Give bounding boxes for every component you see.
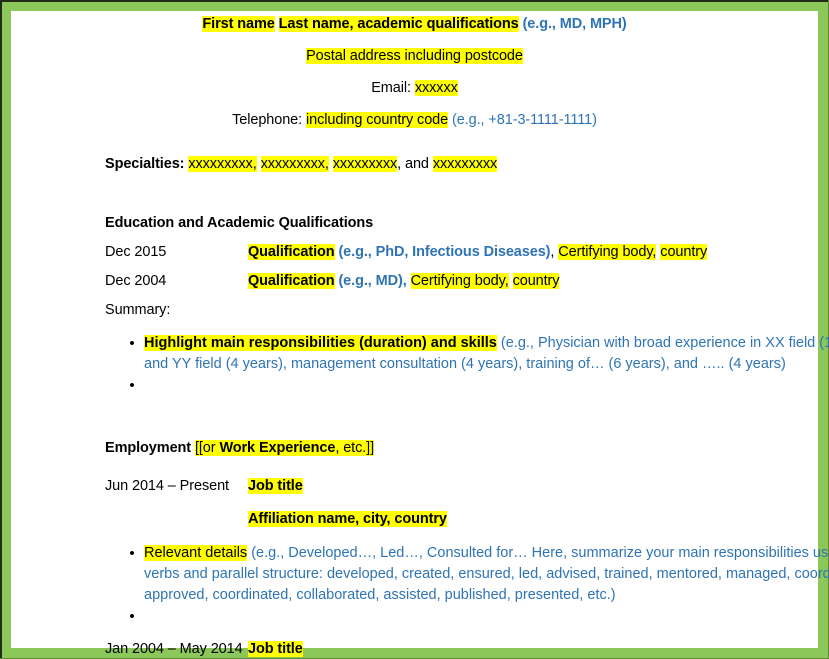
specialties-item-2: xxxxxxxxx: [332, 156, 398, 172]
header-last-name-quals: Last name, academic qualifications: [278, 16, 519, 32]
employment-entry-1-job-title: Job title: [248, 641, 303, 657]
header-telephone-value: including country code: [306, 112, 449, 128]
employment-entry-0-bullets: • Relevant details (e.g., Developed…, Le…: [105, 543, 829, 627]
employment-section: Employment [[or Work Experience, etc.]] …: [11, 438, 829, 659]
education-summary-bullets: • Highlight main responsibilities (durat…: [105, 333, 829, 396]
education-summary-label: Summary:: [105, 302, 171, 318]
employment-bullet-0-example: (e.g., Developed…, Led…, Consulted for… …: [144, 545, 829, 603]
list-item: •: [105, 375, 829, 396]
header-first-name: First name: [202, 16, 275, 32]
list-item: • Highlight main responsibilities (durat…: [105, 333, 829, 375]
employment-heading-alt-close: , etc.]]: [335, 440, 375, 456]
employment-heading: Employment: [105, 440, 192, 456]
header-telephone-line: Telephone: including country code (e.g.,…: [11, 110, 818, 131]
employment-entry-1: Jan 2004 – May 2014 Job title: [105, 639, 829, 659]
education-entry-1: Dec 2004 Qualification (e.g., MD), Certi…: [105, 271, 829, 292]
employment-heading-alt-bold: Work Experience: [219, 440, 336, 456]
employment-entry-0-date: Jun 2014 – Present: [105, 478, 229, 494]
education-entry-1-body: Qualification (e.g., MD), Certifying bod…: [248, 271, 829, 292]
bullet-icon: •: [129, 608, 135, 625]
education-entry-1-date: Dec 2004: [105, 273, 167, 289]
education-entry-1-certifying-body: Certifying body,: [410, 273, 509, 289]
employment-entry-0-title-wrap: Job title: [248, 476, 829, 497]
cv-header: First name Last name, academic qualifica…: [11, 14, 818, 131]
list-item: • Relevant details (e.g., Developed…, Le…: [105, 543, 829, 606]
employment-entry-0-affiliation-row: Affiliation name, city, country: [105, 509, 829, 530]
education-entry-0: Dec 2015 Qualification (e.g., PhD, Infec…: [105, 242, 829, 263]
specialties-item-0: xxxxxxxxx,: [188, 156, 257, 172]
education-entry-0-certifying-body: Certifying body,: [558, 244, 657, 260]
specialties-conjunction: , and: [397, 156, 433, 172]
specialties-line: Specialties: xxxxxxxxx, xxxxxxxxx, xxxxx…: [105, 154, 829, 175]
bullet-icon: •: [129, 545, 135, 562]
specialties-last-item: xxxxxxxxx: [432, 156, 498, 172]
page-border-hairline-top: [0, 0, 829, 2]
education-entry-0-body: Qualification (e.g., PhD, Infectious Dis…: [248, 242, 829, 263]
summary-bullet-0-highlight: Highlight main responsibilities (duratio…: [144, 335, 497, 351]
education-entry-0-qualification: Qualification: [248, 244, 335, 260]
education-entry-1-qualification: Qualification: [248, 273, 335, 289]
header-address-text: Postal address including postcode: [306, 48, 523, 64]
education-section: Education and Academic Qualifications De…: [11, 213, 829, 396]
education-entry-0-date: Dec 2015: [105, 244, 167, 260]
specialties-section: Specialties: xxxxxxxxx, xxxxxxxxx, xxxxx…: [11, 154, 829, 175]
education-heading: Education and Academic Qualifications: [105, 215, 374, 231]
document-page: First name Last name, academic qualifica…: [0, 0, 829, 659]
list-item: •: [105, 606, 829, 627]
employment-entry-0-job-title: Job title: [248, 478, 303, 494]
header-name-line: First name Last name, academic qualifica…: [11, 14, 818, 35]
employment-heading-alt-open: [[or: [194, 440, 220, 456]
header-name-example: (e.g., MD, MPH): [522, 16, 627, 32]
education-entry-1-country: country: [512, 273, 560, 289]
employment-entry-1-title-wrap: Job title: [248, 639, 829, 659]
header-email-label: Email:: [371, 80, 411, 96]
education-entry-1-example: (e.g., MD),: [338, 273, 407, 289]
header-email-line: Email: xxxxxx: [11, 78, 818, 99]
education-entry-0-example: (e.g., PhD, Infectious Diseases): [338, 244, 551, 260]
bullet-icon: •: [129, 335, 135, 352]
employment-entry-0: Jun 2014 – Present Job title: [105, 476, 829, 497]
employment-heading-alt: [[or Work Experience, etc.]]: [194, 440, 375, 456]
employment-entry-0-affiliation-wrap: Affiliation name, city, country: [248, 509, 829, 530]
header-email-value: xxxxxx: [414, 80, 458, 96]
education-entry-0-country: country: [660, 244, 708, 260]
document-body: First name Last name, academic qualifica…: [11, 11, 829, 657]
specialties-label: Specialties:: [105, 156, 185, 172]
employment-heading-line: Employment [[or Work Experience, etc.]]: [105, 438, 829, 459]
bullet-icon: •: [129, 377, 135, 394]
page-border-hairline-left: [0, 0, 2, 659]
header-telephone-label: Telephone:: [232, 112, 303, 128]
employment-entry-0-affiliation: Affiliation name, city, country: [248, 511, 447, 527]
header-address-line: Postal address including postcode: [11, 46, 818, 67]
employment-entry-1-date: Jan 2004 – May 2014: [105, 641, 243, 657]
header-telephone-example: (e.g., +81-3-1111-1111): [452, 112, 597, 128]
employment-bullet-0-highlight: Relevant details: [144, 545, 248, 561]
specialties-item-1: xxxxxxxxx,: [260, 156, 329, 172]
